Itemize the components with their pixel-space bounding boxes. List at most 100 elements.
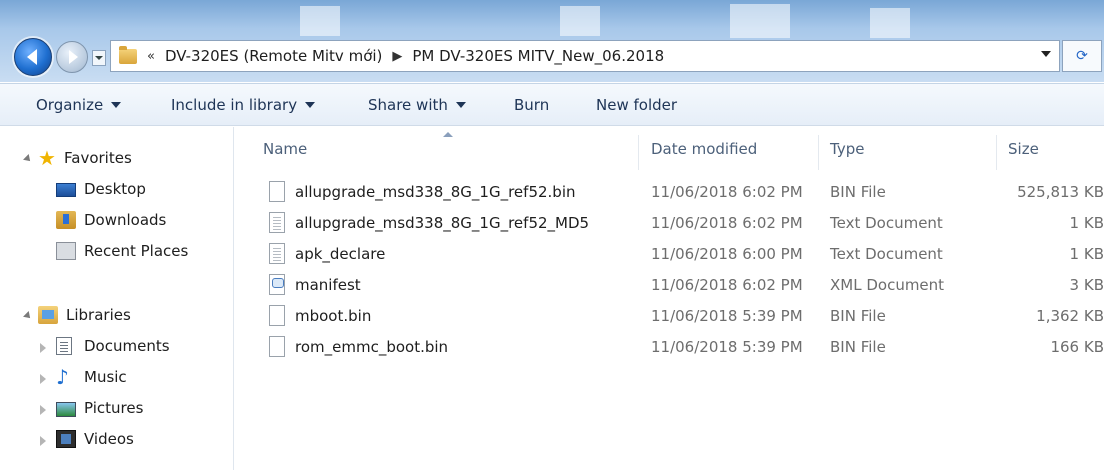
- include-in-library-button[interactable]: Include in library: [171, 96, 316, 114]
- file-name: apk_declare: [295, 245, 386, 263]
- navigation-pane: ★ Favorites Desktop Downloads Recent Pla…: [0, 127, 234, 470]
- nav-downloads-label: Downloads: [84, 211, 167, 229]
- downloads-icon: [56, 211, 76, 229]
- file-type: BIN File: [830, 307, 886, 325]
- nav-music[interactable]: ♪ Music: [56, 365, 127, 389]
- file-size: 1 KB: [1069, 214, 1104, 232]
- nav-favorites-label: Favorites: [64, 149, 132, 167]
- file-date-modified: 11/06/2018 6:02 PM: [651, 183, 803, 201]
- file-date-modified: 11/06/2018 5:39 PM: [651, 307, 803, 325]
- address-bar[interactable]: « DV-320ES (Remote Mitv mới) ▶ PM DV-320…: [110, 40, 1060, 72]
- nav-downloads[interactable]: Downloads: [56, 211, 166, 229]
- expand-pictures-icon[interactable]: [40, 405, 46, 415]
- breadcrumb-current[interactable]: PM DV-320ES MITV_New_06.2018: [412, 47, 664, 65]
- file-date-modified: 11/06/2018 5:39 PM: [651, 338, 803, 356]
- file-size: 1 KB: [1069, 245, 1104, 263]
- file-list: Name Date modified Type Size allupgrade_…: [235, 127, 1104, 470]
- nav-documents[interactable]: Documents: [56, 337, 170, 355]
- nav-favorites[interactable]: ★ Favorites: [38, 146, 132, 170]
- file-row[interactable]: manifest 11/06/2018 6:02 PM XML Document 3 …: [235, 270, 1104, 301]
- nav-libraries[interactable]: Libraries: [38, 306, 131, 324]
- music-note-icon: ♪: [56, 365, 69, 389]
- file-name: rom_emmc_boot.bin: [295, 338, 449, 356]
- expand-documents-icon[interactable]: [40, 343, 46, 353]
- command-bar: Organize Include in library Share with B…: [0, 83, 1104, 126]
- file-row[interactable]: allupgrade_msd338_8G_1G_ref52.bin 11/06/2…: [235, 177, 1104, 208]
- column-header-size[interactable]: Size: [1008, 140, 1039, 158]
- file-type: XML Document: [830, 276, 945, 294]
- file-date-modified: 11/06/2018 6:02 PM: [651, 276, 803, 294]
- background-window-ghost: [730, 4, 790, 38]
- nav-desktop[interactable]: Desktop: [56, 180, 146, 198]
- nav-recent-label: Recent Places: [84, 242, 189, 260]
- file-size: 1,362 KB: [1036, 307, 1104, 325]
- file-name: manifest: [295, 276, 361, 294]
- file-size: 3 KB: [1069, 276, 1104, 294]
- include-in-library-label: Include in library: [171, 96, 298, 114]
- column-divider[interactable]: [638, 135, 639, 170]
- blank-file-icon: [269, 336, 285, 357]
- text-file-icon: [269, 212, 285, 233]
- file-type: Text Document: [830, 245, 943, 263]
- refresh-button[interactable]: ⟳: [1062, 40, 1102, 72]
- file-type: BIN File: [830, 338, 886, 356]
- videos-icon: [56, 430, 76, 448]
- column-header-name[interactable]: Name: [263, 140, 307, 158]
- expand-videos-icon[interactable]: [40, 436, 46, 446]
- blank-file-icon: [269, 181, 285, 202]
- file-row[interactable]: apk_declare 11/06/2018 6:00 PM Text Docume…: [235, 239, 1104, 270]
- libraries-icon: [38, 306, 58, 324]
- documents-icon: [56, 337, 72, 355]
- blank-file-icon: [269, 305, 285, 326]
- xml-file-icon: [269, 274, 285, 295]
- desktop-icon: [56, 183, 76, 197]
- address-history-dropdown-icon[interactable]: [1041, 51, 1051, 57]
- expand-favorites-icon[interactable]: [23, 154, 33, 164]
- share-with-button[interactable]: Share with: [368, 96, 466, 114]
- nav-libraries-label: Libraries: [66, 306, 131, 324]
- chevron-down-icon: [95, 56, 103, 60]
- overflow-chevron[interactable]: «: [147, 49, 155, 64]
- expand-music-icon[interactable]: [40, 374, 46, 384]
- burn-button[interactable]: Burn: [514, 96, 549, 114]
- back-arrow-icon: [26, 49, 37, 65]
- refresh-icon: ⟳: [1076, 48, 1088, 64]
- forward-button[interactable]: [56, 41, 88, 73]
- column-header-date[interactable]: Date modified: [651, 140, 757, 158]
- file-name: mboot.bin: [295, 307, 372, 325]
- file-date-modified: 11/06/2018 6:02 PM: [651, 214, 803, 232]
- recent-pages-dropdown[interactable]: [92, 50, 106, 66]
- column-divider[interactable]: [818, 135, 819, 170]
- nav-videos[interactable]: Videos: [56, 430, 134, 448]
- nav-pictures-label: Pictures: [84, 399, 144, 417]
- pictures-icon: [56, 401, 76, 417]
- new-folder-button[interactable]: New folder: [596, 96, 677, 114]
- share-with-label: Share with: [368, 96, 448, 114]
- file-name: allupgrade_msd338_8G_1G_ref52.bin: [295, 183, 576, 201]
- nav-recent-places[interactable]: Recent Places: [56, 242, 188, 260]
- file-row[interactable]: mboot.bin 11/06/2018 5:39 PM BIN File 1,362…: [235, 301, 1104, 332]
- organize-button[interactable]: Organize: [36, 96, 122, 114]
- folder-icon: [119, 45, 137, 64]
- background-window-ghost: [300, 6, 340, 36]
- nav-videos-label: Videos: [84, 430, 134, 448]
- file-type: BIN File: [830, 183, 886, 201]
- nav-music-label: Music: [84, 368, 127, 386]
- nav-pictures[interactable]: Pictures: [56, 399, 143, 417]
- column-header-type[interactable]: Type: [830, 140, 864, 158]
- sort-ascending-icon: [443, 132, 453, 137]
- chevron-down-icon: [111, 102, 122, 108]
- column-divider[interactable]: [996, 135, 997, 170]
- back-button[interactable]: [14, 38, 52, 76]
- recent-places-icon: [56, 242, 76, 260]
- file-row[interactable]: allupgrade_msd338_8G_1G_ref52_MD5 11/06/2…: [235, 208, 1104, 239]
- chevron-down-icon: [455, 102, 466, 108]
- expand-libraries-icon[interactable]: [23, 311, 33, 321]
- breadcrumb-separator-icon[interactable]: ▶: [392, 49, 402, 64]
- nav-documents-label: Documents: [84, 337, 170, 355]
- file-size: 525,813 KB: [1017, 183, 1104, 201]
- file-row[interactable]: rom_emmc_boot.bin 11/06/2018 5:39 PM BIN F…: [235, 332, 1104, 363]
- star-icon: ★: [38, 146, 56, 170]
- breadcrumb-parent[interactable]: DV-320ES (Remote Mitv mới): [165, 47, 382, 65]
- background-window-ghost: [870, 8, 910, 38]
